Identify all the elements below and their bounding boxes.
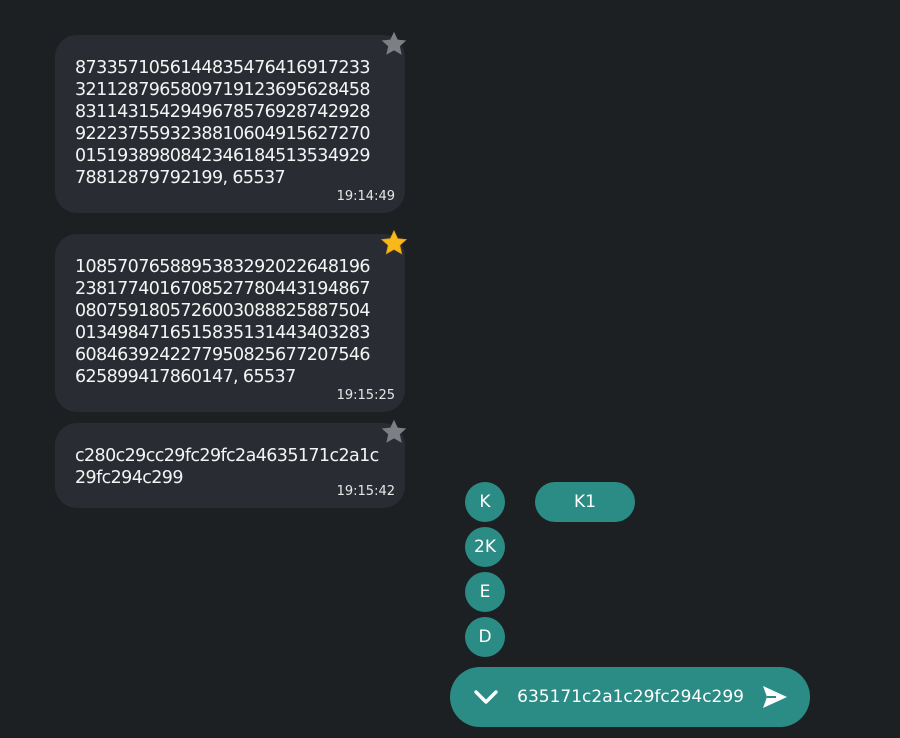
message-text: 8733571056144835476416917233321128796580… <box>75 58 371 188</box>
chevron-down-icon[interactable] <box>472 683 500 711</box>
e-button[interactable]: E <box>465 572 505 612</box>
k-button[interactable]: K <box>465 482 505 522</box>
two-k-button[interactable]: 2K <box>465 527 505 567</box>
message-time: 19:15:42 <box>336 484 395 499</box>
message-bubble: 8733571056144835476416917233321128796580… <box>55 31 407 213</box>
message-input[interactable] <box>518 681 744 713</box>
send-icon[interactable] <box>761 683 789 711</box>
star-icon[interactable] <box>379 417 409 447</box>
message-time: 19:14:49 <box>336 189 395 204</box>
message-bubble: c280c29cc29fc29fc2a4635171c2a1c29fc294c2… <box>55 419 407 508</box>
d-button[interactable]: D <box>465 617 505 657</box>
k1-button[interactable]: K1 <box>535 482 635 522</box>
star-icon[interactable] <box>379 29 409 59</box>
message-text: c280c29cc29fc29fc2a4635171c2a1c29fc294c2… <box>75 446 379 488</box>
message-composer <box>450 667 810 727</box>
message-bubble: 1085707658895383292022648196238177401670… <box>55 229 408 412</box>
message-text: 1085707658895383292022648196238177401670… <box>75 257 371 387</box>
chat-screen: 8733571056144835476416917233321128796580… <box>0 0 900 738</box>
message-time: 19:15:25 <box>336 388 395 403</box>
star-icon[interactable] <box>379 228 409 258</box>
